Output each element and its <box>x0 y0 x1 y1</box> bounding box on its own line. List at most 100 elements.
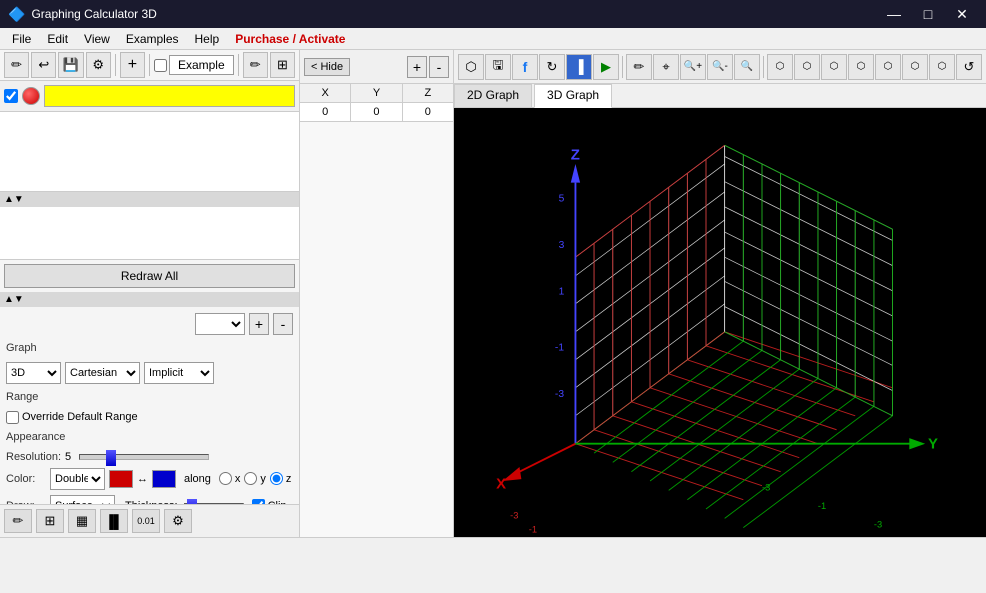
settings-minus[interactable]: - <box>273 313 293 335</box>
left-panel: ✏ ↩ 💾 ⚙ + Example ✏ ⊞ ▲▼ <box>0 50 300 537</box>
graph-btn-2[interactable]: 🖫 <box>485 54 511 80</box>
bottom-chart-btn[interactable]: ▐▌ <box>100 509 128 533</box>
toolbar-undo[interactable]: ↩ <box>31 52 56 78</box>
svg-text:X: X <box>496 476 506 493</box>
collapse-arrow-2: ▲▼ <box>4 294 24 305</box>
bottom-grid-btn[interactable]: ⊞ <box>36 509 64 533</box>
middle-minus[interactable]: - <box>429 56 449 78</box>
along-label: along <box>184 473 211 485</box>
resolution-slider[interactable] <box>79 454 209 460</box>
app-title: Graphing Calculator 3D <box>31 7 156 21</box>
settings-panel: + - Graph 3D 2D Cartesian Polar Implicit <box>0 307 299 504</box>
color-y-radio[interactable] <box>244 472 257 485</box>
graph-btn-zoom3[interactable]: 🔍 <box>734 54 760 80</box>
graph-btn-g1[interactable]: ⬡ <box>767 54 793 80</box>
color-swatch-red[interactable] <box>109 470 133 488</box>
graph-btn-zoom1[interactable]: 🔍+ <box>680 54 706 80</box>
menu-edit[interactable]: Edit <box>39 30 76 48</box>
appearance-section-label: Appearance <box>6 431 65 443</box>
graph-btn-pencil[interactable]: ✏ <box>626 54 652 80</box>
svg-text:3: 3 <box>559 240 565 251</box>
menu-purchase[interactable]: Purchase / Activate <box>227 30 353 48</box>
toolbar-pencil[interactable]: ✏ <box>4 52 29 78</box>
color-type-select[interactable]: Double Single <box>50 468 105 490</box>
graph-btn-zoom2[interactable]: 🔍- <box>707 54 733 80</box>
menu-examples[interactable]: Examples <box>118 30 187 48</box>
color-z-radio[interactable] <box>270 472 283 485</box>
arrow-icon: ↔ <box>137 473 148 485</box>
collapse-bar-1[interactable]: ▲▼ <box>0 192 299 207</box>
close-button[interactable]: ✕ <box>946 4 978 24</box>
override-range-checkbox[interactable] <box>6 411 19 424</box>
graph-btn-3[interactable]: ↻ <box>539 54 565 80</box>
settings-select-empty[interactable] <box>195 313 245 335</box>
menu-bar: File Edit View Examples Help Purchase / … <box>0 28 986 50</box>
y-value: 0 <box>351 103 402 121</box>
toolbar-sep-3 <box>238 54 239 76</box>
thickness-slider[interactable] <box>184 503 244 504</box>
graph-btn-blue[interactable]: ▐ <box>566 54 592 80</box>
toolbar-add[interactable]: + <box>120 52 145 78</box>
graph-preview <box>0 112 299 192</box>
color-picker[interactable] <box>22 87 40 105</box>
hide-button[interactable]: < Hide <box>304 58 350 76</box>
menu-view[interactable]: View <box>76 30 118 48</box>
graph-btn-1[interactable]: ⬡ <box>458 54 484 80</box>
svg-text:Z: Z <box>571 146 580 163</box>
toolbar-settings[interactable]: ⚙ <box>86 52 111 78</box>
graph-btn-g6[interactable]: ⬡ <box>902 54 928 80</box>
toolbar-save[interactable]: 💾 <box>58 52 83 78</box>
svg-text:-3: -3 <box>762 482 770 492</box>
coord-type-select[interactable]: Cartesian Polar <box>65 362 140 384</box>
graph-btn-g2[interactable]: ⬡ <box>794 54 820 80</box>
second-area <box>0 207 299 260</box>
graph-btn-play[interactable]: ▶ <box>593 54 619 80</box>
example-checkbox[interactable] <box>154 59 167 72</box>
middle-toolbar: < Hide + - <box>300 50 453 84</box>
function-type-select[interactable]: Implicit Explicit <box>144 362 214 384</box>
window-controls: — □ ✕ <box>878 4 978 24</box>
menu-file[interactable]: File <box>4 30 39 48</box>
draw-type-select[interactable]: Surface Wireframe <box>50 495 115 504</box>
color-swatch-blue[interactable] <box>152 470 176 488</box>
graph-btn-cursor[interactable]: ⌖ <box>653 54 679 80</box>
settings-plus[interactable]: + <box>249 313 269 335</box>
graph-btn-g3[interactable]: ⬡ <box>821 54 847 80</box>
bottom-decimal-btn[interactable]: 0.01 <box>132 509 160 533</box>
y-header: Y <box>351 84 402 102</box>
graph-tabs: 2D Graph 3D Graph <box>454 84 986 108</box>
color-x-radio[interactable] <box>219 472 232 485</box>
toolbar-pencil2[interactable]: ✏ <box>243 52 268 78</box>
collapse-bar-2[interactable]: ▲▼ <box>0 292 299 307</box>
toolbar-sep-2 <box>149 54 150 76</box>
toolbar-grid[interactable]: ⊞ <box>270 52 295 78</box>
graph-btn-g5[interactable]: ⬡ <box>875 54 901 80</box>
bottom-pencil-btn[interactable]: ✏ <box>4 509 32 533</box>
equation-input[interactable] <box>44 85 295 107</box>
graph-type-select[interactable]: 3D 2D <box>6 362 61 384</box>
graph-btn-g7[interactable]: ⬡ <box>929 54 955 80</box>
maximize-button[interactable]: □ <box>912 4 944 24</box>
bottom-icon-bar: ✏ ⊞ ▦ ▐▌ 0.01 ⚙ <box>0 504 299 537</box>
redraw-button[interactable]: Redraw All <box>4 264 295 288</box>
tab-2d[interactable]: 2D Graph <box>454 84 532 107</box>
bottom-settings-btn[interactable]: ⚙ <box>164 509 192 533</box>
main-layout: ✏ ↩ 💾 ⚙ + Example ✏ ⊞ ▲▼ <box>0 50 986 537</box>
middle-plus[interactable]: + <box>407 56 427 78</box>
middle-panel: < Hide + - X Y Z 0 0 0 <box>300 50 454 537</box>
x-value: 0 <box>300 103 351 121</box>
app-icon: 🔷 <box>8 6 25 23</box>
svg-text:5: 5 <box>559 193 565 204</box>
z-value: 0 <box>403 103 453 121</box>
graph-btn-facebook[interactable]: f <box>512 54 538 80</box>
graph-svg: Z X Y 5 3 1 -1 -3 -3 -1 -3 -1 -3 <box>454 108 986 537</box>
minimize-button[interactable]: — <box>878 4 910 24</box>
graph-btn-g4[interactable]: ⬡ <box>848 54 874 80</box>
example-button[interactable]: Example <box>169 55 234 75</box>
resolution-label: Resolution: <box>6 451 61 463</box>
graph-btn-rotate[interactable]: ↺ <box>956 54 982 80</box>
equation-checkbox[interactable] <box>4 89 18 103</box>
tab-3d[interactable]: 3D Graph <box>534 84 612 108</box>
bottom-table-btn[interactable]: ▦ <box>68 509 96 533</box>
menu-help[interactable]: Help <box>187 30 228 48</box>
